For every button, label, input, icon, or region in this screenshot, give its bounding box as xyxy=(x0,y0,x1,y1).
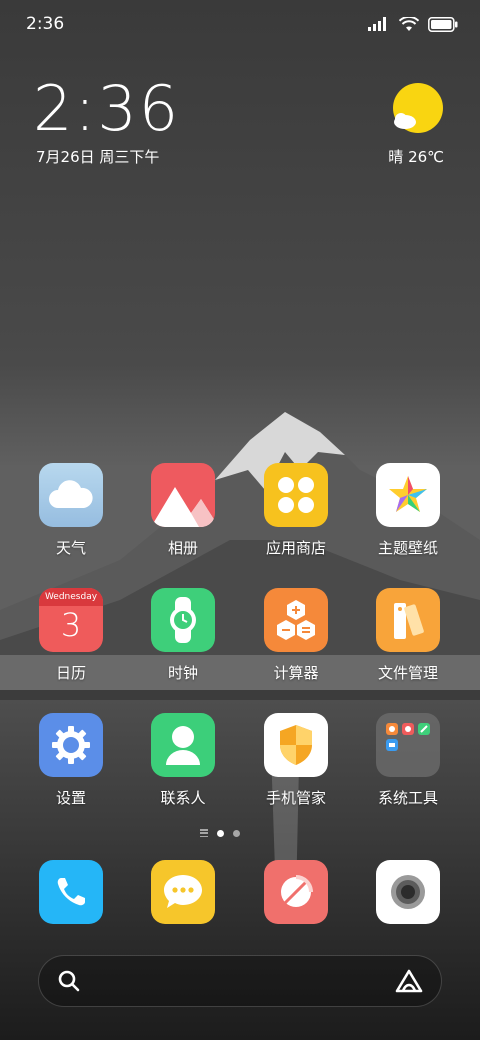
status-bar-time: 2:36 xyxy=(26,14,65,34)
search-icon[interactable] xyxy=(57,969,81,993)
app-calculator[interactable]: 计算器 xyxy=(246,588,346,683)
app-label: 设置 xyxy=(55,789,86,807)
battery-icon xyxy=(428,16,458,32)
dock-browser[interactable] xyxy=(246,860,346,924)
gallery-icon xyxy=(151,463,215,527)
file-manager-icon xyxy=(376,588,440,652)
page-dot xyxy=(233,829,240,837)
search-bar[interactable] xyxy=(38,955,442,1007)
calculator-icon xyxy=(264,588,328,652)
messages-icon xyxy=(151,860,215,924)
app-weather[interactable]: 天气 xyxy=(21,463,121,558)
app-gallery[interactable]: 相册 xyxy=(133,463,233,558)
app-label: 相册 xyxy=(167,539,198,557)
camera-icon xyxy=(376,860,440,924)
app-label: 日历 xyxy=(55,664,86,682)
weather-icon xyxy=(39,463,103,527)
app-store[interactable]: 应用商店 xyxy=(246,463,346,558)
assistant-icon[interactable] xyxy=(395,969,423,993)
dock-phone[interactable] xyxy=(21,860,121,924)
app-file-manager[interactable]: 文件管理 xyxy=(358,588,458,683)
dock-camera[interactable] xyxy=(358,860,458,924)
wifi-icon xyxy=(399,16,419,31)
calendar-icon: Wednesday 3 xyxy=(39,588,103,652)
themes-icon xyxy=(376,463,440,527)
calendar-day: 3 xyxy=(60,606,82,644)
security-icon xyxy=(264,713,328,777)
app-calendar[interactable]: Wednesday 3 日历 xyxy=(21,588,121,683)
app-settings[interactable]: 设置 xyxy=(21,713,121,808)
app-label: 天气 xyxy=(55,539,86,557)
folder-system-tools[interactable]: 系统工具 xyxy=(358,713,458,808)
app-label: 文件管理 xyxy=(377,664,438,682)
clock-widget-date: 7月26日 周三下午 xyxy=(36,148,160,166)
app-store-icon xyxy=(264,463,328,527)
system-tools-folder-icon xyxy=(376,713,440,777)
page-dot-active xyxy=(217,829,224,837)
app-label: 联系人 xyxy=(160,789,206,807)
status-bar-icons xyxy=(368,14,458,34)
app-themes[interactable]: 主题壁纸 xyxy=(358,463,458,558)
dock-messages[interactable] xyxy=(133,860,233,924)
app-label: 手机管家 xyxy=(265,789,326,807)
page-indicator[interactable] xyxy=(200,829,240,837)
app-clock[interactable]: 时钟 xyxy=(133,588,233,683)
settings-icon xyxy=(39,713,103,777)
app-label: 主题壁纸 xyxy=(377,539,438,557)
browser-icon xyxy=(264,860,328,924)
sun-cloud-icon[interactable] xyxy=(388,82,448,138)
app-label: 系统工具 xyxy=(377,789,438,807)
app-list-icon xyxy=(200,829,208,837)
contacts-icon xyxy=(151,713,215,777)
clock-widget-time[interactable]: 2:36 xyxy=(33,74,180,144)
phone-icon xyxy=(39,860,103,924)
weather-text: 晴 26℃ xyxy=(388,148,444,166)
calendar-weekday: Wednesday xyxy=(39,588,103,606)
app-contacts[interactable]: 联系人 xyxy=(133,713,233,808)
app-label: 时钟 xyxy=(167,664,198,682)
clock-icon xyxy=(151,588,215,652)
app-label: 计算器 xyxy=(273,664,319,682)
app-security[interactable]: 手机管家 xyxy=(246,713,346,808)
signal-icon xyxy=(368,17,386,31)
app-label: 应用商店 xyxy=(265,539,326,557)
